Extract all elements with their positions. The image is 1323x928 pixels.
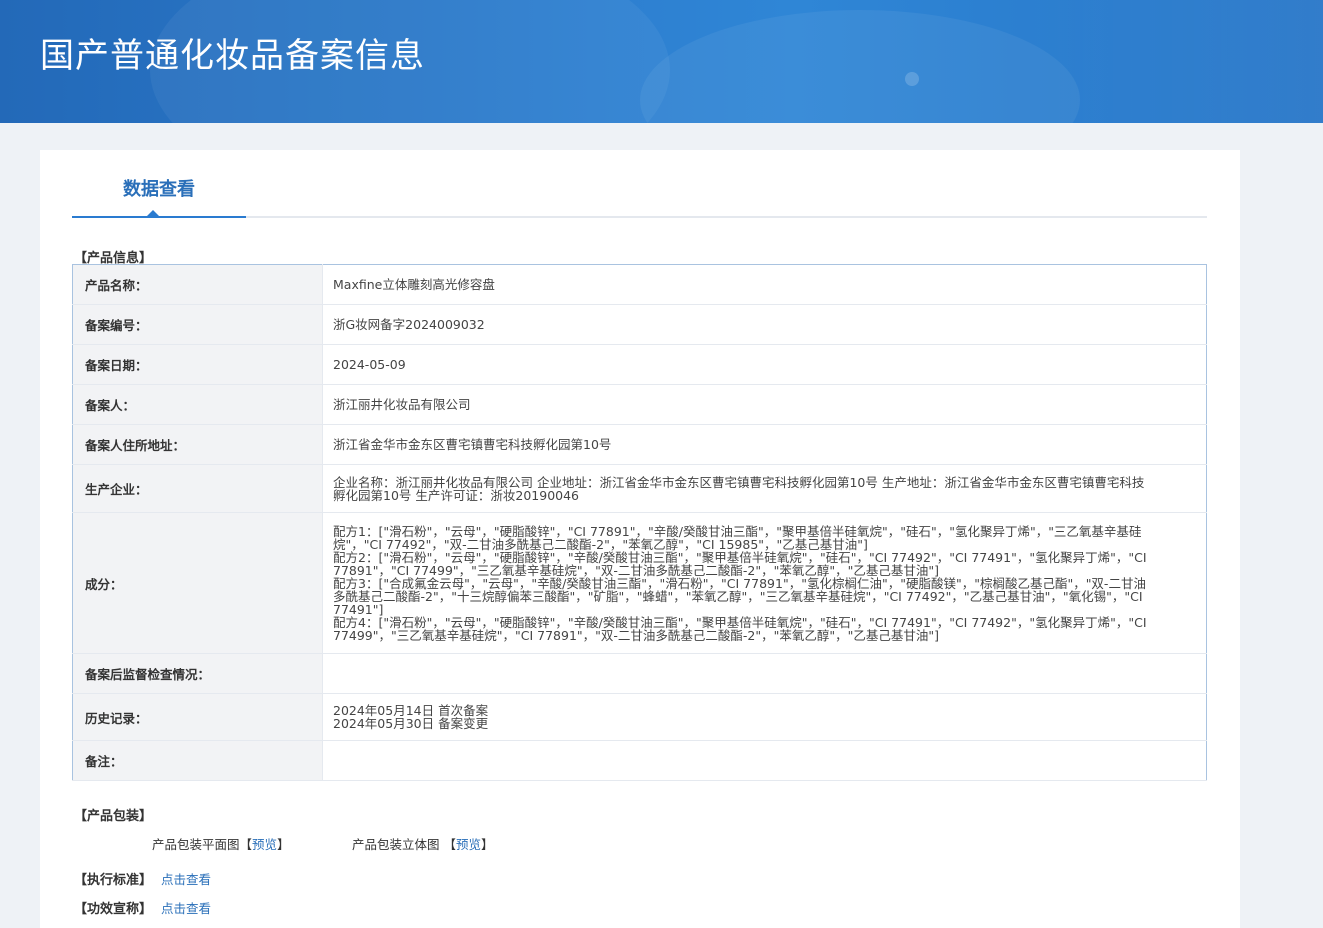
row-label: 生产企业： (72, 464, 323, 513)
efficacy-title: 【功效宣称】 (74, 902, 153, 917)
row-label: 备注： (72, 740, 323, 781)
formula-line: 配方4：["滑石粉"，"云母"，"硬脂酸锌"，"辛酸/癸酸甘油三酯"，"聚甲基倍… (333, 614, 1147, 643)
page-title: 国产普通化妆品备案信息 (40, 36, 425, 76)
remarks-value (322, 740, 1207, 781)
header-banner: 国产普通化妆品备案信息 (0, 0, 1323, 123)
bracket: 【 (239, 837, 253, 852)
package-flat-label: 产品包装平面图 (152, 837, 240, 852)
table-row: 备注： (72, 740, 1207, 781)
table-row: 备案编号： 浙G妆网备字2024009032 (72, 304, 1207, 345)
table-row: 备案人住所地址： 浙江省金华市金东区曹宅镇曹宅科技孵化园第10号 (72, 424, 1207, 465)
row-label: 备案人： (72, 384, 323, 425)
standard-link-wrap: 点击查看 (161, 869, 211, 888)
tab-caret-icon (147, 210, 159, 216)
filer-value: 浙江丽井化妆品有限公司 (322, 384, 1207, 425)
row-label: 历史记录： (72, 693, 323, 741)
row-label: 成分： (72, 512, 323, 654)
banner-decoration (1010, 0, 1323, 123)
package-solid-item: 产品包装立体图 【预览】 (352, 834, 494, 853)
filer-address-value: 浙江省金华市金东区曹宅镇曹宅科技孵化园第10号 (322, 424, 1207, 465)
row-label: 备案编号： (72, 304, 323, 345)
banner-decoration (905, 72, 919, 86)
bracket: 【 (443, 837, 457, 852)
content-panel: 数据查看 【产品信息】 产品名称： Maxfine立体雕刻高光修容盘 备案编号：… (40, 150, 1240, 928)
history-entry: 2024年05月30日 备案变更 (333, 716, 489, 731)
tab-active-indicator (72, 216, 246, 218)
standard-view-link[interactable]: 点击查看 (161, 872, 211, 887)
formula-line: 配方3：["合成氟金云母"，"云母"，"辛酸/癸酸甘油三酯"，"滑石粉"，"CI… (333, 575, 1146, 617)
package-flat-preview-link[interactable]: 预览 (252, 837, 277, 852)
table-row: 备案日期： 2024-05-09 (72, 344, 1207, 385)
supervision-value (322, 653, 1207, 694)
package-solid-label: 产品包装立体图 (352, 837, 440, 852)
row-label: 备案后监督检查情况： (72, 653, 323, 694)
filing-number-value: 浙G妆网备字2024009032 (322, 304, 1207, 345)
product-info-table: 产品名称： Maxfine立体雕刻高光修容盘 备案编号： 浙G妆网备字20240… (72, 264, 1207, 781)
formula-line: 配方1：["滑石粉"，"云母"，"硬脂酸锌"，"CI 77891"，"辛酸/癸酸… (333, 523, 1142, 552)
table-row: 产品名称： Maxfine立体雕刻高光修容盘 (72, 264, 1207, 305)
table-row: 生产企业： 企业名称：浙江丽井化妆品有限公司 企业地址：浙江省金华市金东区曹宅镇… (72, 464, 1207, 513)
table-row: 成分： 配方1：["滑石粉"，"云母"，"硬脂酸锌"，"CI 77891"，"辛… (72, 512, 1207, 654)
standard-title: 【执行标准】 (74, 873, 153, 888)
row-label: 备案日期： (72, 344, 323, 385)
bracket: 】 (481, 837, 494, 852)
table-row: 历史记录： 2024年05月14日 首次备案 2024年05月30日 备案变更 (72, 693, 1207, 741)
bracket: 】 (277, 837, 290, 852)
ingredients-value: 配方1：["滑石粉"，"云母"，"硬脂酸锌"，"CI 77891"，"辛酸/癸酸… (322, 512, 1207, 654)
tab-data-view[interactable]: 数据查看 (72, 178, 246, 219)
package-solid-preview-link[interactable]: 预览 (456, 837, 481, 852)
package-flat-item: 产品包装平面图【预览】 (152, 834, 290, 853)
filing-date-value: 2024-05-09 (322, 344, 1207, 385)
table-row: 备案后监督检查情况： (72, 653, 1207, 694)
row-label: 产品名称： (72, 264, 323, 305)
product-name-value: Maxfine立体雕刻高光修容盘 (322, 264, 1207, 305)
efficacy-link-wrap: 点击查看 (161, 898, 211, 917)
package-title: 【产品包装】 (74, 809, 153, 824)
manufacturer-value: 企业名称：浙江丽井化妆品有限公司 企业地址：浙江省金华市金东区曹宅镇曹宅科技孵化… (322, 464, 1207, 513)
formula-line: 配方2：["滑石粉"，"云母"，"硬脂酸锌"，"辛酸/癸酸甘油三酯"，"聚甲基倍… (333, 549, 1147, 578)
table-row: 备案人： 浙江丽井化妆品有限公司 (72, 384, 1207, 425)
efficacy-view-link[interactable]: 点击查看 (161, 901, 211, 916)
row-label: 备案人住所地址： (72, 424, 323, 465)
history-value: 2024年05月14日 首次备案 2024年05月30日 备案变更 (322, 693, 1207, 741)
